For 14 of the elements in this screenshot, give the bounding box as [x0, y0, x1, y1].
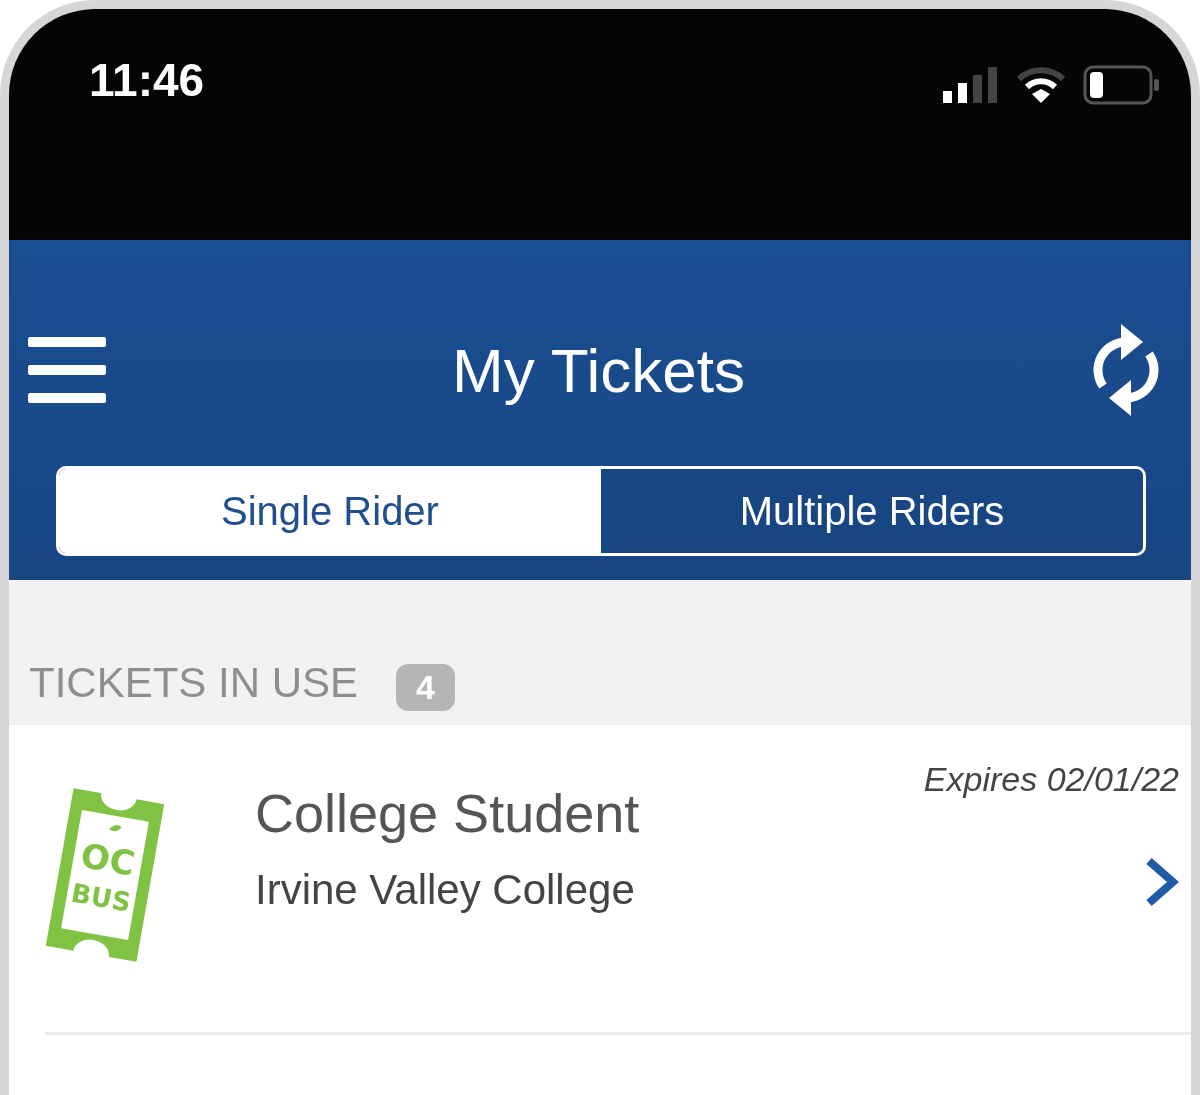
wifi-icon	[1017, 67, 1065, 103]
segment-tab[interactable]: Single Rider	[59, 469, 601, 553]
signal-icon	[943, 67, 999, 103]
segment-tab[interactable]: Multiple Riders	[601, 469, 1143, 553]
section-heading: TICKETS IN USE	[29, 659, 359, 707]
status-time: 11:46	[89, 53, 205, 107]
menu-icon[interactable]	[28, 337, 106, 403]
ticket-name: College Student	[255, 782, 641, 844]
battery-icon	[1083, 65, 1161, 105]
ticket-logo-icon: OC BUS	[45, 785, 165, 965]
ticket-place: Irvine Valley College	[255, 866, 636, 914]
count-badge: 4	[396, 664, 455, 711]
screen-title: My Tickets	[452, 334, 745, 406]
expiry-date: Expires 02/01/22	[923, 760, 1179, 799]
